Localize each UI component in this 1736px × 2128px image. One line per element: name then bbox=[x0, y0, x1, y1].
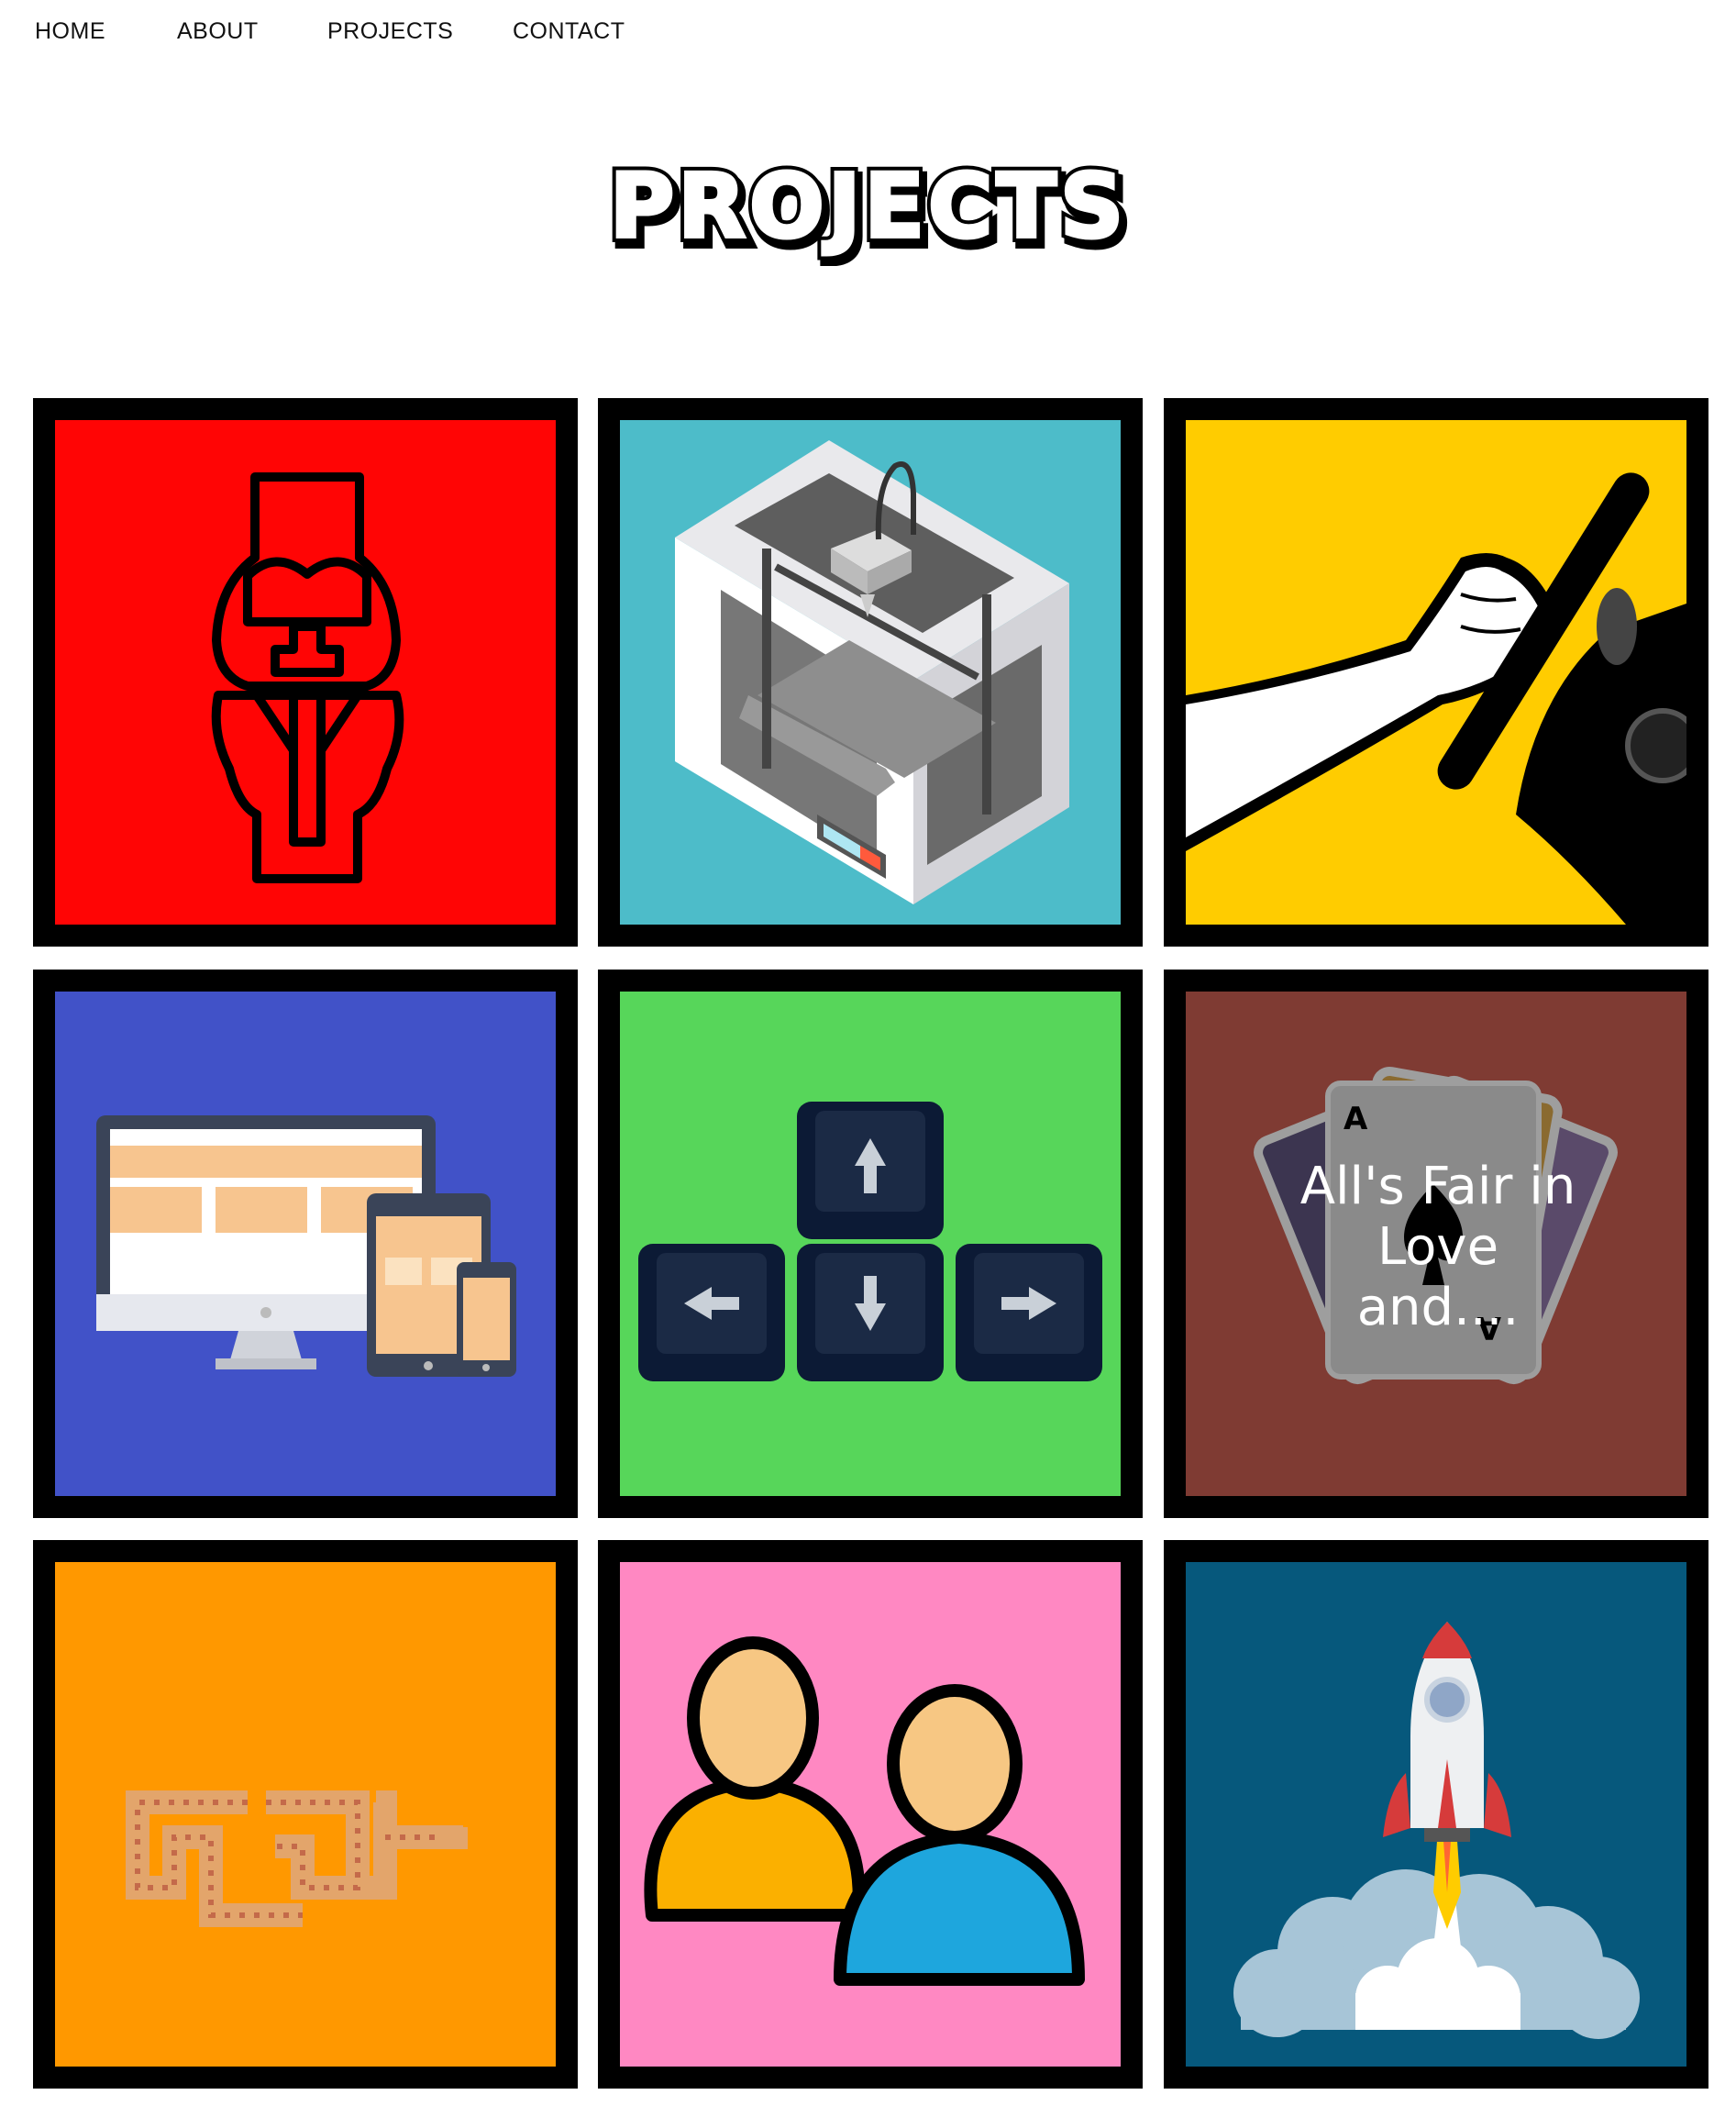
knee-implant-icon bbox=[211, 472, 404, 883]
project-title-overlay: All's Fair in Love and.... bbox=[1299, 1157, 1576, 1337]
project-tile-joystick[interactable] bbox=[1164, 398, 1708, 947]
tile-bg bbox=[620, 420, 1121, 925]
tile-bg bbox=[55, 1562, 556, 2067]
tile-bg bbox=[1186, 420, 1686, 925]
pixel-snake-icon bbox=[126, 1790, 468, 1927]
3d-printer-icon bbox=[675, 440, 1069, 904]
page-title: PROJECTS bbox=[609, 155, 1126, 258]
nav-projects-link[interactable]: PROJECTS bbox=[327, 18, 453, 45]
tile-bg bbox=[55, 420, 556, 925]
page-title-wrap: PROJECTS PROJECTS PROJECTS bbox=[0, 138, 1736, 275]
tile-bg bbox=[620, 1562, 1121, 2067]
tile-bg bbox=[620, 992, 1121, 1496]
project-tile-users[interactable] bbox=[598, 1540, 1143, 2089]
tile-bg bbox=[1186, 1562, 1686, 2067]
project-tile-3d-printer[interactable] bbox=[598, 398, 1143, 947]
rocket-launch-icon bbox=[1233, 1622, 1640, 2039]
responsive-devices-icon bbox=[96, 1115, 516, 1377]
top-nav: HOME ABOUT PROJECTS CONTACT bbox=[0, 0, 1736, 73]
nav-contact-link[interactable]: CONTACT bbox=[513, 18, 625, 45]
svg-text:A: A bbox=[1343, 1101, 1368, 1137]
nav-home-link[interactable]: HOME bbox=[35, 18, 105, 45]
project-tile-snake[interactable] bbox=[33, 1540, 578, 2089]
project-tile-knee-implant[interactable] bbox=[33, 398, 578, 947]
joystick-hand-icon bbox=[1186, 472, 1686, 925]
arrow-keys-icon bbox=[638, 1102, 1102, 1381]
project-tile-arrow-keys[interactable] bbox=[598, 970, 1143, 1518]
project-tile-rocket[interactable] bbox=[1164, 1540, 1708, 2089]
project-tile-responsive-design[interactable] bbox=[33, 970, 578, 1518]
tile-bg bbox=[55, 992, 556, 1496]
users-icon bbox=[644, 1636, 1085, 1986]
project-tile-card-game[interactable]: A A All's Fair in Love and.... bbox=[1164, 970, 1708, 1518]
nav-about-link[interactable]: ABOUT bbox=[177, 18, 259, 45]
tile-bg: A A All's Fair in Love and.... bbox=[1186, 992, 1686, 1496]
